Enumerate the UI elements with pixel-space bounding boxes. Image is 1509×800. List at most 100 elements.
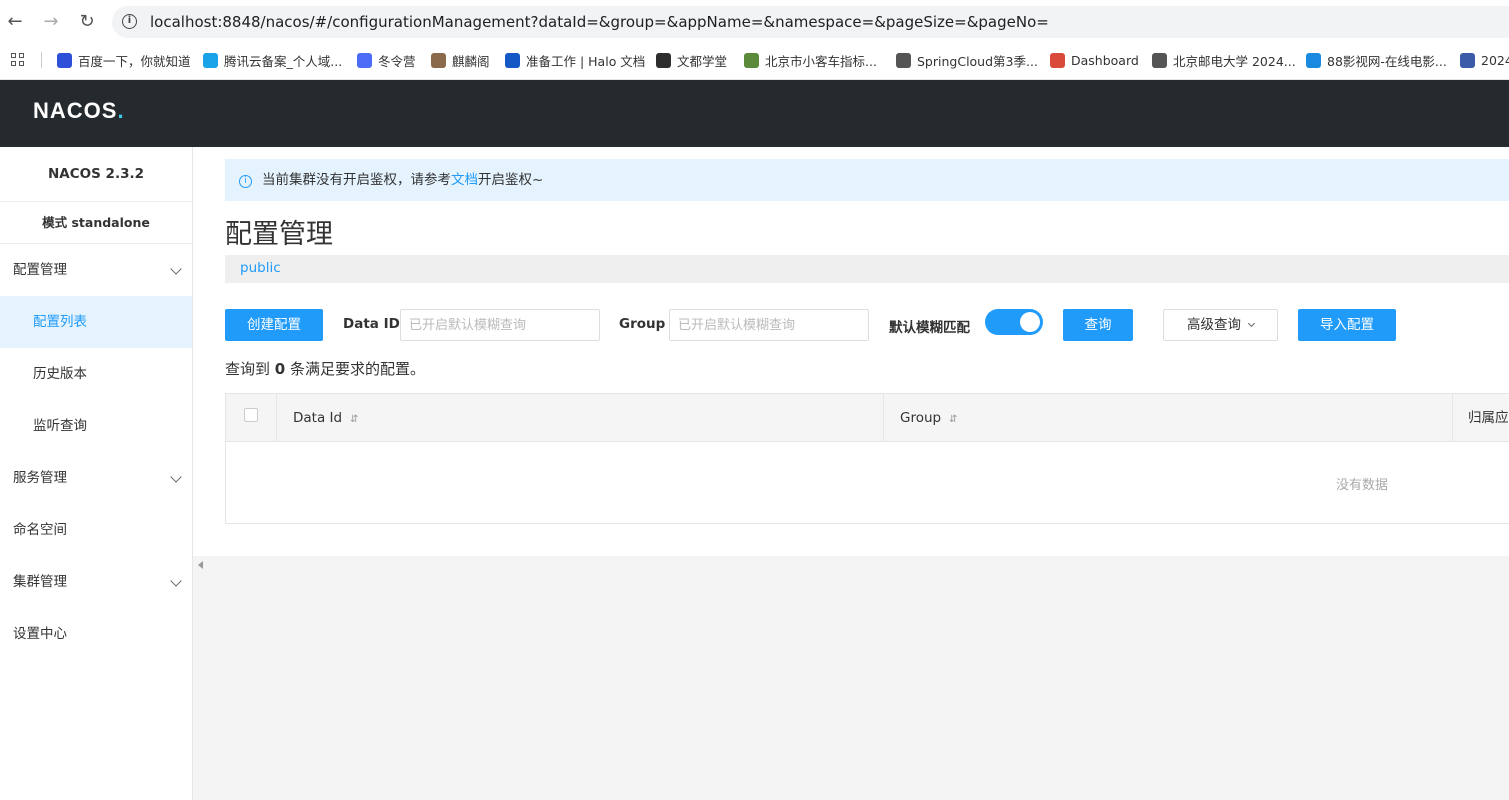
globe-icon xyxy=(1152,52,1167,68)
badge-icon xyxy=(744,52,759,68)
column-data-id-label: Data Id xyxy=(293,410,343,426)
page-title: 配置管理 xyxy=(225,219,333,250)
fuzzy-match-toggle[interactable] xyxy=(985,309,1043,335)
advanced-search-label: 高级查询 xyxy=(1187,317,1241,333)
dashboard-icon xyxy=(1050,52,1065,68)
group-label: Group xyxy=(619,316,666,332)
reload-icon[interactable]: ↻ xyxy=(76,11,98,33)
sidebar-item[interactable]: 服务管理 xyxy=(0,452,192,504)
mode-label: 模式 standalone xyxy=(0,202,192,244)
cloud-icon xyxy=(203,52,218,68)
column-group[interactable]: Group ⇵ xyxy=(883,394,1452,442)
sidebar-item-label: 配置管理 xyxy=(13,262,67,278)
create-config-button[interactable]: 创建配置 xyxy=(225,309,323,341)
sidebar-item[interactable]: 设置中心 xyxy=(0,608,192,660)
table-header: Data Id ⇵ Group ⇵ 归属应 xyxy=(226,394,1509,442)
nacos-header xyxy=(0,80,1509,147)
wheel-icon xyxy=(1460,52,1475,68)
chevron-down-icon xyxy=(1247,319,1256,328)
pen-icon xyxy=(357,52,372,68)
halo-icon xyxy=(505,52,520,68)
apps-grid-icon[interactable] xyxy=(11,53,25,67)
auth-notice: i 当前集群没有开启鉴权，请参考文档开启鉴权~ xyxy=(225,159,1509,201)
sidebar-item-label: 历史版本 xyxy=(33,366,87,382)
fuzzy-match-label: 默认模糊匹配 xyxy=(889,320,970,336)
scroll-left-arrow-icon[interactable] xyxy=(198,561,203,569)
bookmark-item[interactable]: 北京邮电大学 2024... xyxy=(1152,50,1296,70)
wendu-icon xyxy=(656,52,671,68)
bookmark-label: Dashboard xyxy=(1071,52,1139,68)
sidebar-item[interactable]: 集群管理 xyxy=(0,556,192,608)
config-table: Data Id ⇵ Group ⇵ 归属应 没有数据 xyxy=(225,393,1509,524)
baidu-icon xyxy=(57,52,72,68)
version-label: NACOS 2.3.2 xyxy=(0,147,192,202)
notice-text: 当前集群没有开启鉴权，请参考 xyxy=(262,172,451,188)
sidebar-item-label: 监听查询 xyxy=(33,418,87,434)
advanced-search-button[interactable]: 高级查询 xyxy=(1163,309,1278,341)
column-app[interactable]: 归属应 xyxy=(1452,394,1509,442)
result-prefix: 查询到 xyxy=(225,360,271,378)
sidebar-item-label: 集群管理 xyxy=(13,574,67,590)
bookmarks-separator xyxy=(41,52,42,68)
column-group-label: Group xyxy=(900,410,942,426)
chevron-down-icon xyxy=(170,263,182,275)
sidebar-item-label: 服务管理 xyxy=(13,470,67,486)
namespace-public[interactable]: public xyxy=(240,260,281,276)
bookmark-item[interactable]: 88影视网-在线电影... xyxy=(1306,50,1447,70)
bookmark-label: 北京邮电大学 2024... xyxy=(1173,53,1296,69)
url-text[interactable]: localhost:8848/nacos/#/configurationMana… xyxy=(150,13,1049,31)
sort-icon[interactable]: ⇵ xyxy=(350,414,358,425)
import-config-button[interactable]: 导入配置 xyxy=(1298,309,1396,341)
sidebar-item[interactable]: 监听查询 xyxy=(0,400,192,452)
site-info-icon[interactable]: i xyxy=(122,14,137,29)
bookmark-label: 百度一下，你就知道 xyxy=(78,53,191,69)
sort-icon[interactable]: ⇵ xyxy=(949,414,957,425)
column-data-id[interactable]: Data Id ⇵ xyxy=(276,394,883,442)
bookmark-item[interactable]: 准备工作 | Halo 文档 xyxy=(505,50,645,70)
doc-icon xyxy=(896,52,911,68)
info-icon: i xyxy=(239,175,252,188)
url-bar[interactable]: i localhost:8848/nacos/#/configurationMa… xyxy=(112,6,1509,38)
eighty-eight-icon xyxy=(1306,52,1321,68)
dataid-input[interactable] xyxy=(400,309,600,341)
sidebar-item[interactable]: 配置列表 xyxy=(0,296,192,348)
browser-address-bar: ← → ↻ i localhost:8848/nacos/#/configura… xyxy=(0,0,1509,44)
result-summary: 查询到 0 条满足要求的配置。 xyxy=(225,358,425,379)
content-background xyxy=(193,556,1509,800)
column-app-label: 归属应 xyxy=(1468,410,1509,426)
select-all-checkbox[interactable] xyxy=(244,408,258,422)
bookmark-item[interactable]: 文都学堂 xyxy=(656,50,727,70)
select-all-cell xyxy=(226,394,276,442)
bookmark-label: 冬令营 xyxy=(378,53,416,69)
bookmark-label: 文都学堂 xyxy=(677,53,728,69)
bookmark-item[interactable]: 冬令营 xyxy=(357,50,416,70)
nacos-logo[interactable]: NACOS. xyxy=(33,98,125,124)
bookmark-label: 麒麟阁 xyxy=(452,53,490,69)
bookmark-label: SpringCloud第3季... xyxy=(917,53,1038,69)
bookmark-item[interactable]: SpringCloud第3季... xyxy=(896,50,1038,70)
forward-icon[interactable]: → xyxy=(40,11,62,33)
notice-doc-link[interactable]: 文档 xyxy=(451,172,478,188)
photo-icon xyxy=(431,52,446,68)
group-input[interactable] xyxy=(669,309,869,341)
bookmark-item[interactable]: 2024 xyxy=(1460,50,1509,70)
bookmark-label: 2024 xyxy=(1481,52,1509,68)
empty-text: 没有数据 xyxy=(1336,478,1389,493)
chevron-down-icon xyxy=(170,471,182,483)
bookmark-item[interactable]: 百度一下，你就知道 xyxy=(57,50,191,70)
toggle-knob xyxy=(1020,312,1040,332)
bookmark-item[interactable]: 麒麟阁 xyxy=(431,50,490,70)
search-button[interactable]: 查询 xyxy=(1063,309,1133,341)
sidebar-item[interactable]: 配置管理 xyxy=(0,244,192,296)
sidebar-item[interactable]: 命名空间 xyxy=(0,504,192,556)
notice-suffix: 开启鉴权~ xyxy=(478,172,544,188)
bookmark-label: 腾讯云备案_个人域... xyxy=(224,53,343,69)
bookmark-item[interactable]: 北京市小客车指标... xyxy=(744,50,877,70)
bookmark-label: 准备工作 | Halo 文档 xyxy=(526,53,646,69)
back-icon[interactable]: ← xyxy=(4,11,26,33)
dataid-label: Data ID xyxy=(343,316,400,332)
sidebar-item[interactable]: 历史版本 xyxy=(0,348,192,400)
bookmark-item[interactable]: Dashboard xyxy=(1050,50,1139,70)
bookmark-item[interactable]: 腾讯云备案_个人域... xyxy=(203,50,342,70)
namespace-bar: public xyxy=(225,255,1509,283)
